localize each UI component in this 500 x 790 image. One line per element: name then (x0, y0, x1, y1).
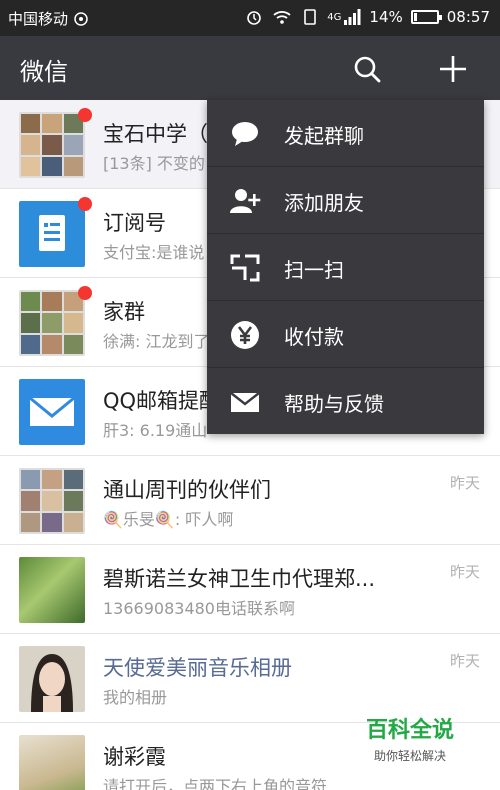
chat-bubble-icon (232, 122, 258, 146)
menu-item-label: 发起群聊 (284, 124, 364, 148)
chat-preview: 13669083480电话联系啊 (103, 599, 295, 618)
mail-icon (19, 379, 85, 445)
chat-preview: 请打开后，点两下右上角的音符 (103, 777, 328, 790)
wifi-icon (273, 11, 291, 24)
battery-icon (410, 10, 442, 24)
plus-icon[interactable] (436, 52, 470, 86)
watermark-brand: 百科全说 (365, 718, 454, 743)
plus-dropdown-menu: 发起群聊 添加朋友 扫一扫 收付款 帮助与反馈 (207, 100, 484, 434)
group-avatar (19, 468, 85, 534)
search-icon[interactable] (350, 52, 384, 86)
chat-preview: 肝3: 6.19通山 (103, 421, 208, 440)
classroom-photo (19, 735, 85, 790)
chat-name: QQ邮箱提醒 (103, 389, 221, 413)
group-avatar (19, 290, 85, 356)
chat-name: 家群 (103, 300, 145, 324)
plant-photo (19, 557, 85, 623)
chat-name: 天使爱美丽音乐相册 (103, 656, 292, 680)
menu-item-add-friend[interactable]: 添加朋友 (207, 167, 484, 234)
add-friend-icon (230, 189, 261, 213)
chat-preview: 支付宝:是谁说 (103, 243, 205, 262)
app-header: 微信 (0, 36, 500, 100)
hotspot-icon (74, 11, 88, 26)
carrier-label: 中国移动 (8, 10, 69, 28)
battery-fill (413, 13, 418, 21)
chat-time: 昨天 (449, 652, 480, 670)
chat-preview: 我的相册 (103, 688, 168, 707)
menu-item-payment[interactable]: 收付款 (207, 301, 484, 368)
unread-dot (78, 197, 92, 211)
watermark-slogan: 助你轻松解决 (373, 749, 446, 763)
scan-icon (230, 254, 260, 282)
mail-icon (230, 392, 260, 412)
sim-icon (304, 9, 317, 25)
subscription-icon (19, 201, 85, 267)
chat-row[interactable]: 碧斯诺兰女神卫生巾代理郑... 13669083480电话联系啊 昨天 (0, 545, 500, 634)
menu-item-label: 添加朋友 (284, 191, 364, 215)
watermark-logo: 百科全说 助你轻松解决 (355, 712, 465, 772)
menu-item-label: 收付款 (284, 325, 344, 349)
menu-item-scan[interactable]: 扫一扫 (207, 234, 484, 301)
yuan-icon (231, 321, 259, 349)
menu-item-label: 扫一扫 (284, 258, 344, 282)
chat-time: 昨天 (449, 563, 480, 581)
chat-row[interactable]: 通山周刊的伙伴们 🍭乐旻🍭: 吓人啊 昨天 (0, 456, 500, 545)
app-title: 微信 (20, 58, 68, 86)
alarm-icon (247, 11, 262, 25)
menu-item-group-chat[interactable]: 发起群聊 (207, 100, 484, 167)
unread-dot (78, 286, 92, 300)
chat-preview: [13条] 不变的 (103, 154, 205, 173)
chat-row[interactable]: 天使爱美丽音乐相册 我的相册 昨天 (0, 634, 500, 723)
group-avatar (19, 112, 85, 178)
chat-name: 碧斯诺兰女神卫生巾代理郑... (103, 567, 376, 591)
menu-item-help-feedback[interactable]: 帮助与反馈 (207, 368, 484, 435)
menu-item-label: 帮助与反馈 (284, 392, 384, 416)
chat-name: 订阅号 (103, 211, 166, 235)
status-bar: 中国移动 4G 14% 08:57 (0, 0, 500, 36)
unread-dot (78, 108, 92, 122)
chat-preview: 🍭乐旻🍭: 吓人啊 (103, 510, 234, 529)
signal-icon (344, 9, 361, 25)
chat-preview: 徐满: 江龙到了 (103, 332, 210, 351)
battery-percent: 14% (369, 8, 403, 26)
chat-name: 通山周刊的伙伴们 (103, 478, 271, 502)
network-type: 4G (327, 11, 342, 23)
status-time: 08:57 (446, 8, 490, 26)
chat-time: 昨天 (449, 474, 480, 492)
chat-name: 宝石中学（ (103, 122, 208, 146)
portrait-photo (19, 646, 85, 712)
chat-name: 谢彩霞 (103, 745, 166, 769)
